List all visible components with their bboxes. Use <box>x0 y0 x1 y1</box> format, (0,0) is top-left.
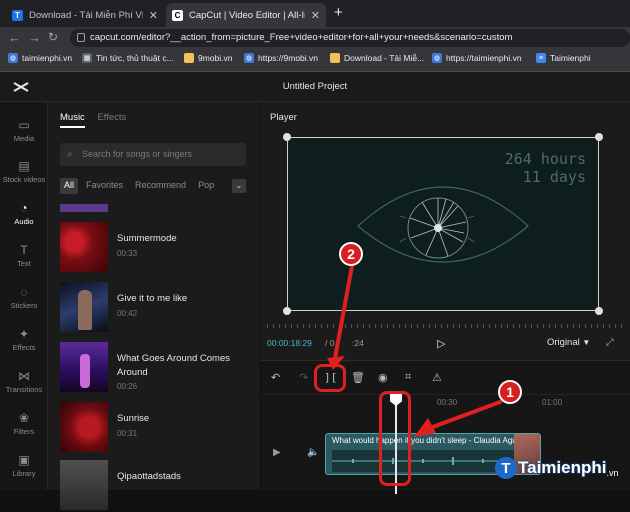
watermark-suffix: .vn <box>606 468 619 478</box>
split-button-highlight <box>314 364 346 392</box>
watermark-text: Taimienphi <box>518 458 607 477</box>
annotation-badge-2: 2 <box>339 242 363 266</box>
svg-text:T: T <box>501 460 510 477</box>
watermark: T Taimienphi .vn <box>494 453 619 483</box>
annotation-badge-1: 1 <box>498 380 522 404</box>
watermark-logo-icon: T <box>495 457 517 479</box>
annotation-arrows <box>327 264 502 437</box>
playhead-highlight <box>379 391 411 486</box>
